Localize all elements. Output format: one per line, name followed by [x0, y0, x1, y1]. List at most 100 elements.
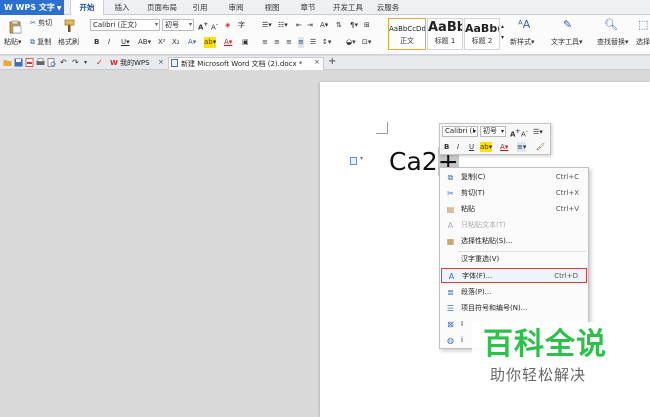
superscript-icon[interactable]: X² [158, 37, 166, 48]
menu-item-paragraph[interactable]: ≣ 段落(P)... [441, 285, 587, 300]
undo-icon[interactable]: ↶ [60, 58, 67, 67]
style-heading-1[interactable]: AaBb 标题 1 [427, 18, 463, 50]
borders-icon[interactable]: ⊡▾ [362, 37, 371, 48]
shrink-font-icon[interactable]: A- [521, 127, 528, 139]
font-name-select[interactable]: Calibri (正文) ▾ [90, 19, 160, 31]
tab-developer[interactable]: 开发工具 [328, 0, 368, 15]
format-painter-icon[interactable] [62, 19, 76, 33]
italic-icon[interactable]: I [108, 37, 110, 48]
find-replace-button[interactable]: 查找替换▾ [597, 37, 629, 48]
justify-icon[interactable]: ≡ [298, 37, 304, 48]
highlight-icon[interactable]: ab▾ [204, 37, 217, 48]
clear-format-icon[interactable]: ◈ [225, 20, 230, 31]
style-normal[interactable]: AaBbCcDd 正文 [388, 18, 426, 50]
bold-icon[interactable]: B [94, 37, 99, 48]
styles-scroll-icon[interactable]: ▴ ▾ [501, 21, 504, 43]
strikethrough-icon[interactable]: AB▾ [138, 37, 151, 48]
underline-icon[interactable]: U▾ [121, 37, 130, 48]
paste-icon[interactable] [8, 20, 22, 34]
quick-access-more-icon[interactable]: ▾ [84, 58, 87, 67]
style-heading-2[interactable]: AaBb( 标题 2 [464, 18, 500, 50]
bullets-icon[interactable]: ☰▾ [262, 20, 272, 31]
paste-icon: ▤ [446, 205, 455, 214]
chevron-down-icon: ▾ [360, 155, 364, 162]
export-pdf-icon[interactable] [25, 58, 34, 67]
line-spacing-icon[interactable]: ☰▾ [533, 127, 543, 137]
chinese-layout-icon[interactable]: A▾ [320, 20, 328, 31]
bold-icon[interactable]: B [444, 142, 449, 152]
menu-item-font[interactable]: A 字体(F)... Ctrl+D [441, 268, 587, 283]
paste-button[interactable]: 粘贴▾ [4, 37, 22, 48]
pin-icon[interactable]: ✓ [96, 58, 103, 67]
menu-item-paste-special[interactable]: ▦ 选择性粘贴(S)... [441, 234, 587, 249]
menu-item-reselect-hanzi[interactable]: 汉字重选(V) [441, 252, 587, 267]
increase-indent-icon[interactable]: ⇥ [307, 20, 313, 31]
text-tools-icon[interactable]: ✎ [563, 19, 572, 30]
align-right-icon[interactable]: ≡ [286, 37, 292, 48]
decrease-indent-icon[interactable]: ⇤ [296, 20, 302, 31]
align-left-icon[interactable]: ≡ [262, 37, 268, 48]
cut-button[interactable]: ✂ 剪切 [30, 18, 52, 29]
distribute-icon[interactable]: ☰ [310, 37, 316, 48]
print-icon[interactable] [36, 58, 45, 67]
font-color-icon[interactable]: A▾ [224, 37, 232, 48]
tab-insert[interactable]: 插入 [106, 0, 138, 15]
format-painter-icon[interactable]: 🖌︎ [536, 142, 545, 152]
font-color-icon[interactable]: A▾ [500, 142, 508, 152]
align-center-icon[interactable]: ≡ [274, 37, 280, 48]
mini-toolbar: Calibri (I ▾ 初号 ▾ A+ A- ☰▾ B I U ab▾ A▾ ≡▾… [439, 123, 551, 155]
line-spacing-icon[interactable]: ↕▾ [322, 37, 331, 48]
save-icon[interactable] [14, 58, 23, 67]
shrink-font-icon[interactable]: A- [211, 20, 218, 33]
print-preview-icon[interactable] [47, 58, 56, 67]
menu-item-paste-text-only[interactable]: A 只粘贴文本(T) [441, 218, 587, 233]
redo-icon[interactable]: ↷ [72, 58, 79, 67]
phonetic-icon[interactable]: 字 [238, 20, 245, 31]
char-shading-icon[interactable]: ▣ [242, 37, 249, 48]
find-replace-icon[interactable]: 🔍︎ [604, 19, 618, 30]
text-effect-icon[interactable]: A▾ [188, 37, 196, 48]
font-size-select[interactable]: 初号 ▾ [162, 19, 194, 31]
menu-item-cut[interactable]: ✂ 剪切(T) Ctrl+X [441, 186, 587, 201]
grow-font-icon[interactable]: A+ [510, 127, 520, 139]
format-painter-button[interactable]: 格式刷 [58, 37, 79, 48]
highlight-icon[interactable]: ab▾ [480, 142, 493, 152]
text-tools-button[interactable]: 文字工具▾ [551, 37, 583, 48]
mini-font-size-select[interactable]: 初号 ▾ [480, 126, 506, 137]
app-menu-button[interactable]: W WPS 文字 ▼ [0, 0, 64, 15]
shading-icon[interactable]: ◒▾ [346, 37, 356, 48]
tab-home[interactable]: 开始 [70, 0, 104, 16]
close-tab-icon[interactable]: × [158, 58, 164, 66]
document-tab-bar: ↶ ↷ ▾ ✓ W 我的WPS × 新建 Microsoft Word 文档 (… [0, 56, 650, 70]
copy-button[interactable]: ⧉ 复制 [30, 37, 51, 48]
new-tab-icon[interactable]: + [328, 56, 336, 67]
tab-review[interactable]: 审阅 [220, 0, 252, 15]
tab-chapter[interactable]: 章节 [292, 0, 324, 15]
paragraph-align-icon[interactable]: ≡▾ [517, 142, 527, 152]
tab-view[interactable]: 视图 [256, 0, 288, 15]
new-style-icon[interactable]: ᴬA [518, 19, 530, 30]
grow-font-icon[interactable]: A+ [198, 20, 208, 33]
select-icon[interactable]: ⬚ [638, 19, 648, 30]
tab-document[interactable]: 新建 Microsoft Word 文档 (2).docx * [168, 57, 324, 70]
subscript-icon[interactable]: X₂ [172, 37, 180, 48]
new-style-button[interactable]: 新样式▾ [510, 37, 535, 48]
chevron-down-icon: ▼ [56, 5, 62, 12]
underline-icon[interactable]: U [469, 142, 474, 152]
paragraph-layout-icon[interactable] [350, 157, 357, 165]
tab-cloud[interactable]: 云服务 [370, 0, 406, 15]
mini-font-name-select[interactable]: Calibri (I ▾ [442, 126, 478, 137]
italic-icon[interactable]: I [457, 142, 459, 152]
open-folder-icon[interactable] [3, 58, 12, 67]
menu-item-copy[interactable]: ⧉ 复制(C) Ctrl+C [441, 170, 587, 185]
select-button[interactable]: 选择 [636, 37, 650, 48]
sort-icon[interactable]: ⇅ [336, 20, 342, 31]
menu-item-bullets-numbering[interactable]: ☰ 项目符号和编号(N)... [441, 301, 587, 316]
numbering-icon[interactable]: ☷▾ [278, 20, 288, 31]
close-tab-icon[interactable]: × [314, 58, 320, 66]
table-icon[interactable]: ⊞ [364, 20, 370, 31]
show-marks-icon[interactable]: ¶▾ [350, 20, 358, 31]
tab-page-layout[interactable]: 页面布局 [140, 0, 184, 15]
tab-references[interactable]: 引用 [184, 0, 216, 15]
menu-item-paste[interactable]: ▤ 粘贴 Ctrl+V [441, 202, 587, 217]
